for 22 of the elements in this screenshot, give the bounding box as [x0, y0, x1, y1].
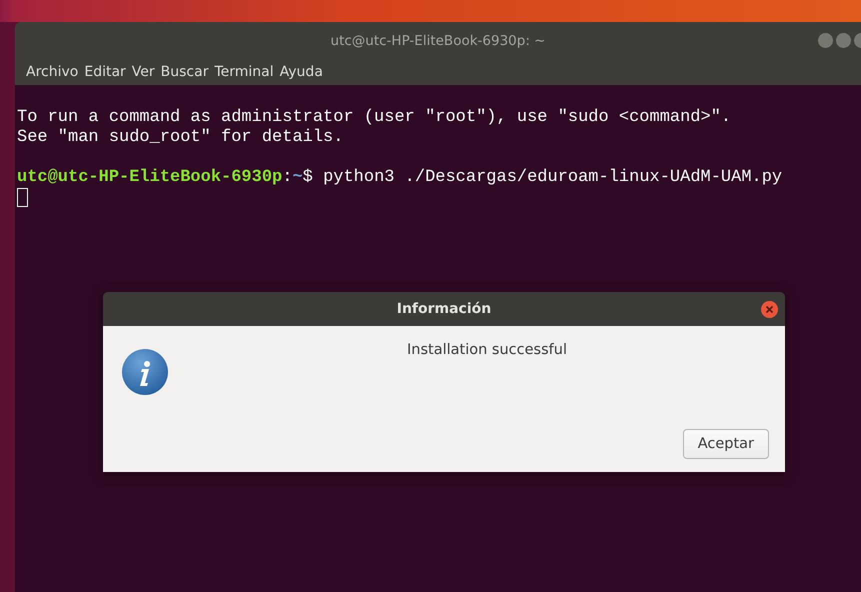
terminal-line: See "man sudo_root" for details.: [17, 128, 344, 148]
prompt-path: ~: [292, 168, 303, 187]
close-icon[interactable]: [761, 301, 778, 318]
menu-item[interactable]: Editar: [81, 62, 129, 83]
prompt-user-host: utc@utc-HP-EliteBook-6930p: [17, 168, 282, 187]
window-control-icon[interactable]: [836, 33, 851, 48]
accept-button[interactable]: Aceptar: [682, 429, 769, 459]
terminal-line: To run a command as administrator (user "root"), use "sudo <command>".: [17, 108, 732, 128]
window-title: utc@utc-HP-EliteBook-6930p: ~: [330, 32, 546, 51]
menu-item[interactable]: Ver: [128, 62, 158, 83]
menu-item[interactable]: Archivo: [23, 62, 82, 83]
command-text: python3 ./Descargas/eduroam-linux-UAdM-UAM.py: [323, 168, 782, 187]
menu-item[interactable]: Terminal: [211, 62, 277, 83]
menu-item[interactable]: Buscar: [158, 62, 212, 83]
menu-item[interactable]: Ayuda: [276, 62, 326, 83]
dialog-title: Información: [396, 300, 492, 319]
prompt-separator: :: [282, 168, 292, 187]
prompt-symbol: $: [302, 168, 313, 187]
window-control-icon[interactable]: [818, 33, 833, 48]
info-icon: [121, 348, 169, 396]
dialog-message: Installation successful: [406, 341, 568, 360]
text-cursor: [17, 188, 28, 207]
